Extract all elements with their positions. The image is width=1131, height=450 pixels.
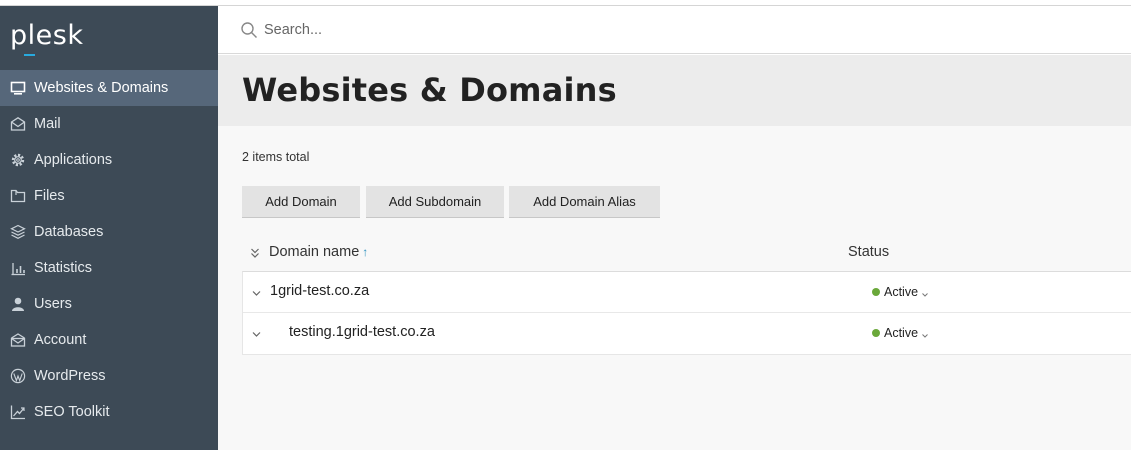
user-icon <box>10 296 26 312</box>
chevron-down-icon <box>921 329 929 338</box>
table-row[interactable]: testing.1grid-test.co.za Active <box>243 313 1131 354</box>
status-active-dot <box>872 329 880 337</box>
status-label: Active <box>884 326 919 340</box>
table-row[interactable]: 1grid-test.co.za Active <box>243 272 1131 313</box>
sidebar-item-wordpress[interactable]: WordPress <box>0 358 218 394</box>
sidebar: plesk Websites & Domains Mail Applicatio… <box>0 6 218 450</box>
plesk-logo[interactable]: plesk <box>10 20 83 51</box>
status-dropdown[interactable]: Active <box>872 326 929 340</box>
page-header: Websites & Domains <box>218 55 1131 126</box>
monitor-icon <box>10 80 26 96</box>
sidebar-item-mail[interactable]: Mail <box>0 106 218 142</box>
items-total-count: 2 items total <box>242 150 310 164</box>
sidebar-item-label: SEO Toolkit <box>34 404 110 420</box>
status-label: Active <box>884 285 919 299</box>
add-subdomain-button[interactable]: Add Subdomain <box>366 186 504 218</box>
sidebar-item-label: Websites & Domains <box>34 80 169 96</box>
subdomain-name-link[interactable]: testing.1grid-test.co.za <box>289 324 435 340</box>
domains-table: 1grid-test.co.za Active testing.1grid-te… <box>242 271 1131 355</box>
column-header-domain-name[interactable]: Domain name ↑ <box>269 244 368 260</box>
expand-all-icon[interactable] <box>249 246 261 260</box>
sidebar-item-label: Files <box>34 188 65 204</box>
domain-name-link[interactable]: 1grid-test.co.za <box>270 283 369 299</box>
sidebar-item-websites-domains[interactable]: Websites & Domains <box>0 70 218 106</box>
sidebar-item-databases[interactable]: Databases <box>0 214 218 250</box>
search-icon <box>240 21 258 39</box>
chevron-down-icon[interactable] <box>251 286 262 297</box>
sidebar-item-label: Account <box>34 332 87 348</box>
sidebar-item-seo-toolkit[interactable]: SEO Toolkit <box>0 394 218 430</box>
sidebar-item-account[interactable]: Account <box>0 322 218 358</box>
sidebar-nav: Websites & Domains Mail Applications Fil… <box>0 70 218 430</box>
wordpress-icon <box>10 368 26 384</box>
account-icon <box>10 332 26 348</box>
add-domain-alias-button[interactable]: Add Domain Alias <box>509 186 660 218</box>
sidebar-item-applications[interactable]: Applications <box>0 142 218 178</box>
sidebar-item-label: Databases <box>34 224 104 240</box>
main-content: 2 items total Add Domain Add Subdomain A… <box>218 126 1131 450</box>
envelope-icon <box>10 116 26 132</box>
chevron-down-icon[interactable] <box>251 327 262 338</box>
sidebar-item-label: Users <box>34 296 72 312</box>
column-header-status[interactable]: Status <box>848 244 889 260</box>
gear-icon <box>10 152 26 168</box>
page-title: Websites & Domains <box>242 71 617 109</box>
seo-chart-icon <box>10 404 26 420</box>
search-input[interactable] <box>264 18 664 42</box>
folder-icon <box>10 188 26 204</box>
status-active-dot <box>872 288 880 296</box>
sidebar-item-label: Statistics <box>34 260 93 276</box>
bar-chart-icon <box>10 260 26 276</box>
layers-icon <box>10 224 26 240</box>
sidebar-item-files[interactable]: Files <box>0 178 218 214</box>
sidebar-item-label: Mail <box>34 116 61 132</box>
sidebar-item-statistics[interactable]: Statistics <box>0 250 218 286</box>
chevron-down-icon <box>921 288 929 297</box>
sidebar-item-users[interactable]: Users <box>0 286 218 322</box>
status-dropdown[interactable]: Active <box>872 285 929 299</box>
column-header-label: Domain name <box>269 244 360 260</box>
sidebar-item-label: WordPress <box>34 368 106 384</box>
logo-accent <box>24 54 35 56</box>
top-search-bar <box>218 6 1131 54</box>
sort-ascending-icon: ↑ <box>362 245 369 259</box>
add-domain-button[interactable]: Add Domain <box>242 186 360 218</box>
sidebar-item-label: Applications <box>34 152 113 168</box>
